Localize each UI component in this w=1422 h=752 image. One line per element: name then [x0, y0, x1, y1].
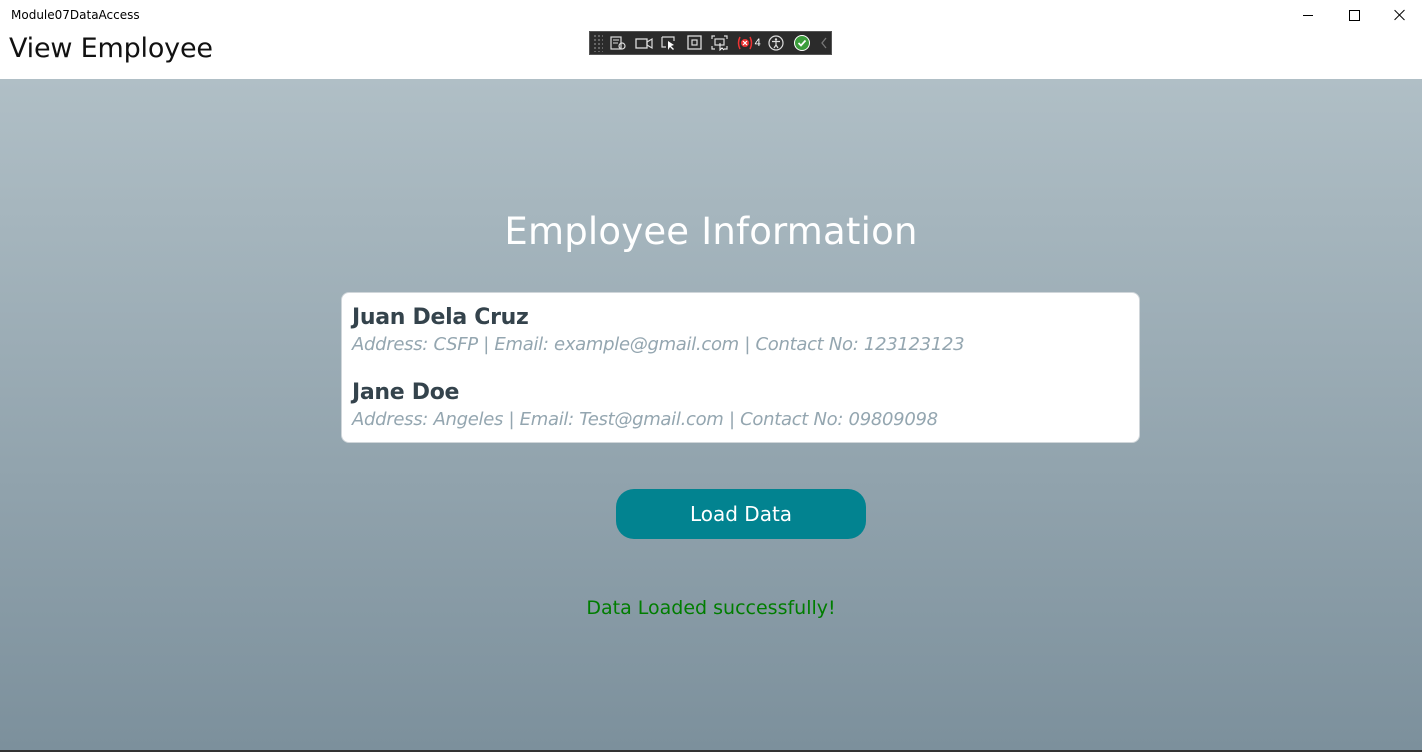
status-message: Data Loaded successfully! — [586, 597, 836, 619]
toolbar-grip[interactable] — [593, 34, 603, 52]
employee-details: Address: CSFP | Email: example@gmail.com… — [352, 334, 965, 355]
maximize-icon — [1348, 9, 1360, 21]
select-element-icon[interactable] — [659, 35, 678, 51]
list-item[interactable]: Juan Dela Cruz Address: CSFP | Email: ex… — [352, 305, 965, 355]
record-icon[interactable] — [634, 35, 653, 51]
live-visual-tree-icon[interactable] — [609, 35, 628, 51]
list-item[interactable]: Jane Doe Address: Angeles | Email: Test@… — [352, 380, 938, 430]
binding-failures-count: 4 — [754, 37, 761, 49]
debug-toolbar: 4 — [589, 31, 832, 55]
minimize-button[interactable] — [1285, 0, 1331, 30]
minimize-icon — [1303, 14, 1313, 16]
app-name: Module07DataAccess — [11, 8, 140, 22]
load-data-button[interactable]: Load Data — [616, 489, 866, 539]
track-focus-icon[interactable] — [710, 35, 729, 51]
accessibility-icon[interactable] — [767, 35, 786, 51]
maximize-button[interactable] — [1331, 0, 1377, 30]
section-title: Employee Information — [504, 210, 918, 253]
close-button[interactable] — [1377, 0, 1422, 30]
employee-name: Jane Doe — [352, 380, 460, 405]
title-bar: Module07DataAccess — [0, 0, 1422, 32]
employee-details: Address: Angeles | Email: Test@gmail.com… — [352, 409, 938, 430]
main-content: Employee Information Juan Dela Cruz Addr… — [0, 79, 1422, 750]
hot-reload-check-icon[interactable] — [792, 35, 811, 51]
close-icon — [1394, 9, 1406, 21]
binding-failures-icon[interactable] — [736, 35, 754, 51]
display-layout-adorners-icon[interactable] — [685, 35, 704, 51]
employee-list[interactable]: Juan Dela Cruz Address: CSFP | Email: ex… — [341, 292, 1140, 443]
collapse-chevron-icon[interactable] — [817, 35, 831, 51]
page-title: View Employee — [9, 33, 213, 64]
employee-name: Juan Dela Cruz — [352, 305, 529, 330]
